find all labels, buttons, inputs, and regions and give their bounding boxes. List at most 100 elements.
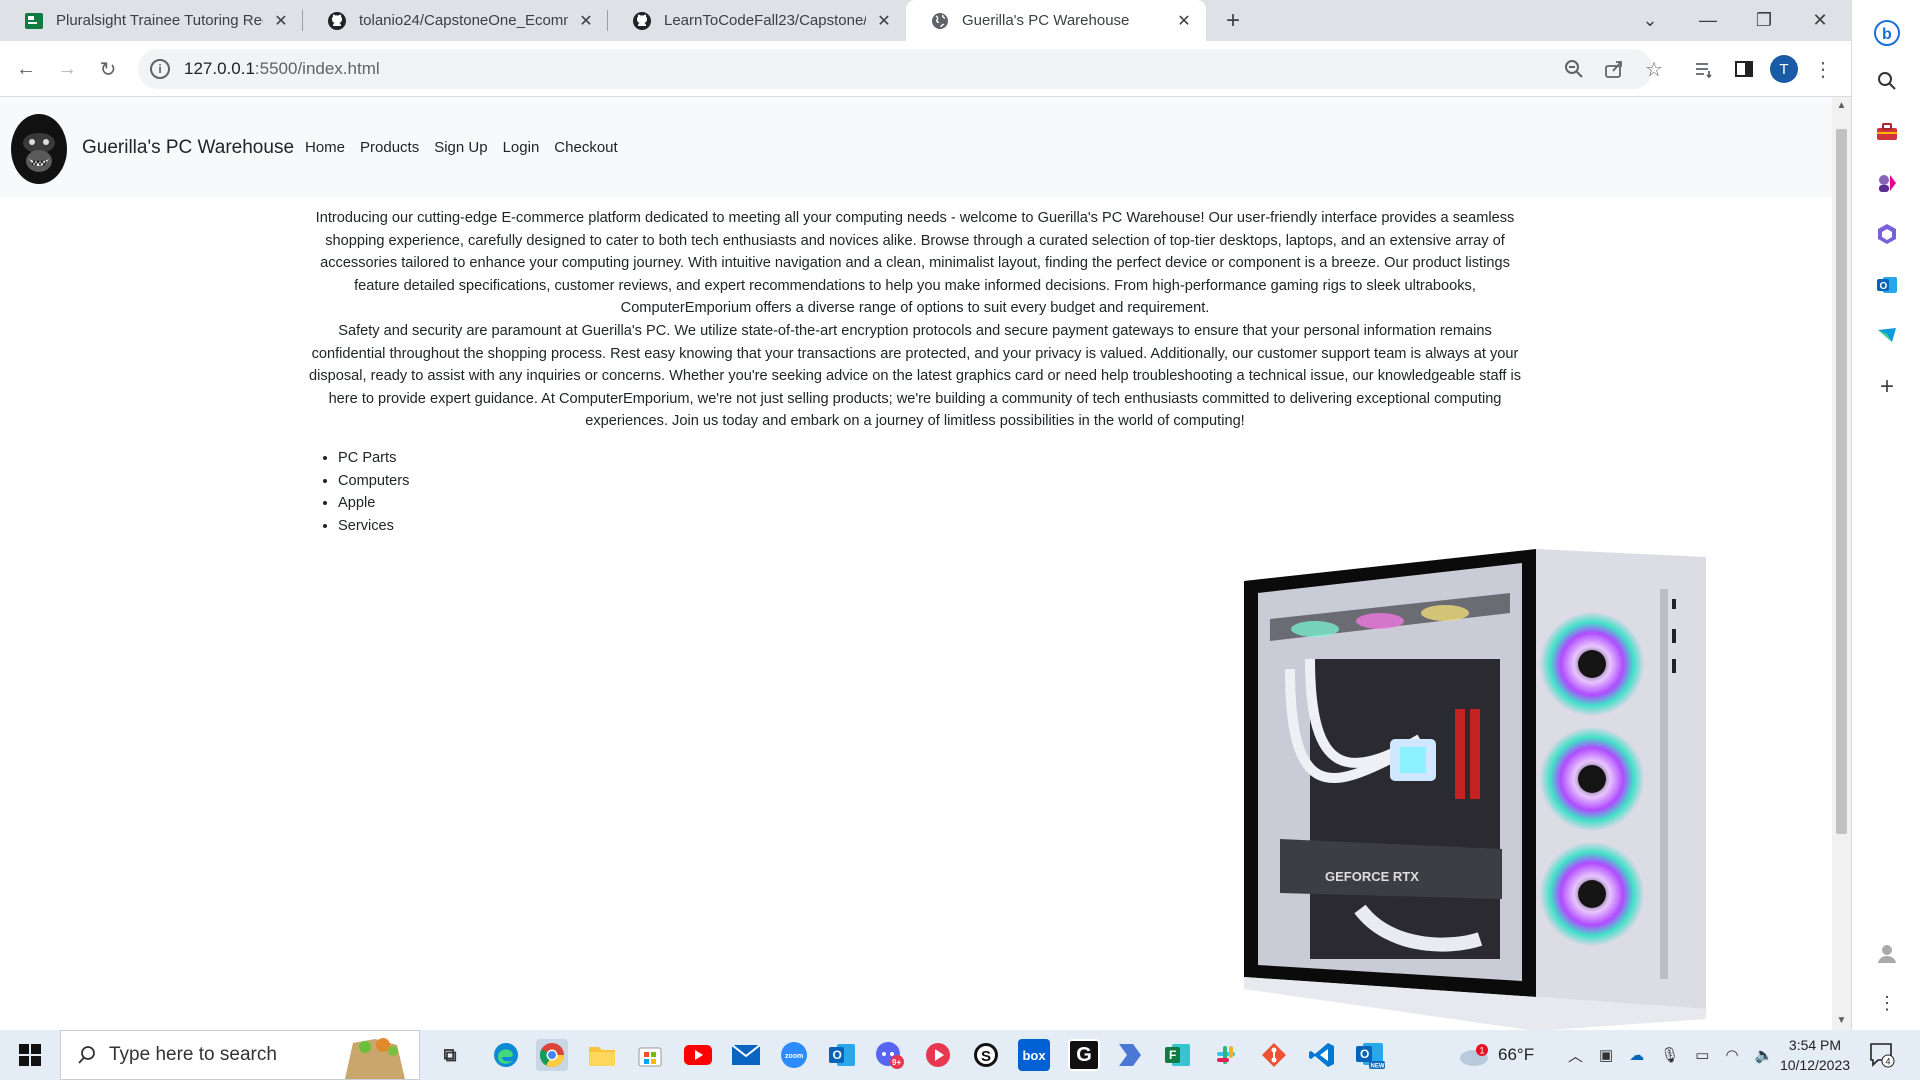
bing-chat-icon[interactable]: b [1874, 20, 1900, 46]
clock-time: 3:54 PM [1788, 1037, 1842, 1053]
sidebar-more-icon[interactable]: ⋮ [1874, 990, 1900, 1016]
taskbar-clock[interactable]: 3:54 PM 10/12/2023 [1770, 1035, 1860, 1075]
svg-text:b: b [1882, 26, 1892, 43]
meet-now-icon[interactable]: ▣ [1599, 1046, 1613, 1064]
tab-title: tolanio24/CapstoneOne_Ecomm [359, 12, 568, 29]
tab-github-learntocode[interactable]: LearnToCodeFall23/Capstone/ca ✕ [608, 0, 906, 41]
category-item-computers[interactable]: Computers [338, 470, 409, 493]
weather-widget[interactable]: 1 66°F [1458, 1030, 1534, 1080]
notification-center-button[interactable]: 4 [1868, 1030, 1896, 1080]
category-item-apple[interactable]: Apple [338, 492, 409, 515]
site-brand[interactable]: Guerilla's PC Warehouse [82, 137, 294, 159]
svg-text:NEW: NEW [1371, 1064, 1385, 1070]
tab-pluralsight[interactable]: Pluralsight Trainee Tutoring Req ✕ [0, 0, 303, 41]
search-placeholder: Type here to search [109, 1044, 277, 1065]
close-tab-icon[interactable]: ✕ [874, 11, 894, 31]
nav-link-checkout[interactable]: Checkout [554, 139, 617, 156]
tab-guerillas-pc-warehouse[interactable]: Guerilla's PC Warehouse ✕ [906, 0, 1206, 41]
tools-icon[interactable] [1874, 119, 1900, 145]
search-icon[interactable] [1874, 68, 1900, 94]
reading-list-icon[interactable] [1690, 55, 1718, 83]
gpu-label: GEFORCE RTX [1325, 869, 1419, 884]
task-view-icon[interactable]: ⧉ [434, 1039, 466, 1071]
notification-count: 4 [1886, 1057, 1891, 1067]
outlook-icon[interactable]: O [1874, 272, 1900, 298]
close-window-button[interactable]: ✕ [1792, 0, 1848, 41]
skype-icon[interactable]: S [970, 1039, 1002, 1071]
windows-logo-icon [19, 1044, 41, 1066]
gorilla-logo[interactable] [10, 109, 68, 185]
box-icon[interactable]: box [1018, 1039, 1050, 1071]
new-outlook-icon[interactable]: O NEW [1354, 1039, 1386, 1071]
zoom-icon[interactable]: zoom [778, 1039, 810, 1071]
side-panel-icon[interactable] [1730, 55, 1758, 83]
page-scrollbar[interactable]: ▲ ▼ [1832, 97, 1851, 1030]
office-icon[interactable] [1874, 221, 1900, 247]
scroll-up-icon[interactable]: ▲ [1836, 100, 1847, 112]
address-bar[interactable]: i 127.0.0.1:5500/index.html [138, 49, 1653, 89]
close-tab-icon[interactable]: ✕ [576, 11, 596, 31]
scrollbar-thumb[interactable] [1836, 129, 1847, 834]
user-icon[interactable] [1874, 940, 1900, 966]
zoom-icon[interactable] [1560, 55, 1588, 83]
site-info-icon[interactable]: i [150, 59, 170, 79]
outlook-taskbar-icon[interactable]: O [826, 1039, 858, 1071]
nav-link-login[interactable]: Login [503, 139, 540, 156]
onedrive-icon[interactable]: ☁ [1629, 1046, 1644, 1064]
menu-kebab-icon[interactable]: ⋮ [1809, 55, 1837, 83]
mail-badge-count: 9+ [892, 1058, 901, 1067]
slack-icon[interactable] [1210, 1039, 1242, 1071]
intro-paragraph-1: Introducing our cutting-edge E-commerce … [315, 210, 1515, 317]
tab-title: Guerilla's PC Warehouse [962, 12, 1130, 29]
restore-button[interactable]: ❐ [1736, 0, 1792, 41]
microphone-icon[interactable]: 🎙 [1660, 1046, 1679, 1064]
mail-icon[interactable] [730, 1039, 762, 1071]
reload-button[interactable]: ↻ [94, 55, 122, 83]
back-button[interactable]: ← [12, 55, 40, 83]
show-hidden-icons-chevron-icon[interactable]: ︿ [1568, 1045, 1583, 1066]
search-highlight-image [345, 1038, 405, 1079]
discord-icon[interactable]: 9+ [874, 1039, 906, 1071]
minimize-button[interactable]: — [1680, 0, 1736, 41]
wifi-icon[interactable]: ◠ [1725, 1046, 1738, 1064]
add-sidebar-app-icon[interactable]: + [1874, 373, 1900, 400]
share-icon[interactable] [1600, 55, 1628, 83]
store-icon[interactable] [634, 1039, 666, 1071]
taskbar-search-input[interactable]: Type here to search [60, 1030, 420, 1080]
category-item-services[interactable]: Services [338, 515, 409, 538]
close-tab-icon[interactable]: ✕ [271, 11, 291, 31]
tab-strip: Pluralsight Trainee Tutoring Req ✕ tolan… [0, 0, 1851, 41]
youtube-icon[interactable] [682, 1039, 714, 1071]
start-button[interactable] [0, 1030, 60, 1080]
battery-icon[interactable]: ▭ [1695, 1046, 1709, 1064]
chrome-taskbar-icon[interactable] [536, 1039, 568, 1071]
browser-toolbar: ← → ↻ i 127.0.0.1:5500/index.html ☆ T ⋮ [0, 41, 1851, 97]
git-icon[interactable] [1258, 1039, 1290, 1071]
close-tab-icon[interactable]: ✕ [1174, 11, 1194, 31]
category-item-pc-parts[interactable]: PC Parts [338, 447, 409, 470]
vscode-icon[interactable] [1306, 1039, 1338, 1071]
scroll-down-icon[interactable]: ▼ [1836, 1015, 1847, 1027]
search-icon [78, 1046, 95, 1064]
forms-taskbar-icon[interactable]: F [1162, 1039, 1194, 1071]
games-icon[interactable] [1874, 170, 1900, 196]
svg-text:O: O [1880, 281, 1888, 292]
bookmark-star-icon[interactable]: ☆ [1640, 55, 1668, 83]
tab-search-icon[interactable]: ⌄ [1622, 0, 1678, 41]
nav-link-sign-up[interactable]: Sign Up [434, 139, 487, 156]
page-viewport: Guerilla's PC Warehouse Home Products Si… [0, 97, 1851, 1030]
media-player-icon[interactable] [922, 1039, 954, 1071]
forward-button[interactable]: → [53, 55, 81, 83]
edge-sidebar: b O + ⋮ [1851, 0, 1920, 1030]
profile-avatar[interactable]: T [1770, 55, 1798, 83]
svg-text:F: F [1169, 1048, 1176, 1062]
nav-link-products[interactable]: Products [360, 139, 419, 156]
tab-github-capstoneone[interactable]: tolanio24/CapstoneOne_Ecomm ✕ [303, 0, 608, 41]
nav-link-home[interactable]: Home [305, 139, 345, 156]
power-automate-icon[interactable] [1114, 1039, 1146, 1071]
file-explorer-icon[interactable] [586, 1039, 618, 1071]
g-app-icon[interactable]: G [1068, 1039, 1100, 1071]
edge-taskbar-icon[interactable] [490, 1039, 522, 1071]
new-tab-button[interactable]: + [1218, 6, 1248, 36]
drop-icon[interactable] [1874, 323, 1900, 349]
